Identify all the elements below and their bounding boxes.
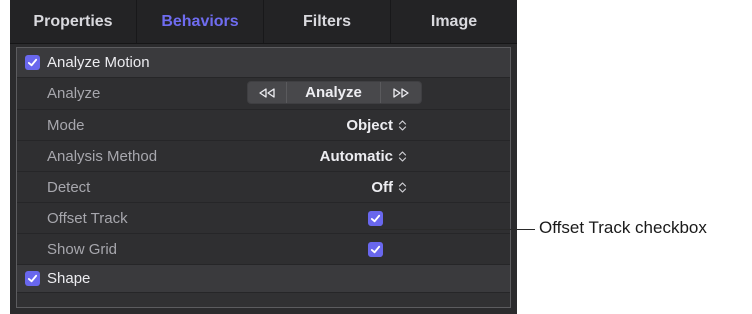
- checkmark-icon: [27, 58, 38, 67]
- analyze-motion-label: Analyze Motion: [47, 54, 150, 71]
- checkmark-icon: [370, 214, 381, 222]
- inspector-panel: Properties Behaviors Filters Image Analy…: [10, 0, 517, 314]
- analysis-method-popup[interactable]: Automatic: [320, 148, 407, 165]
- shape-row: Shape: [17, 265, 510, 293]
- mode-popup[interactable]: Object: [346, 117, 407, 134]
- analyze-backward-button[interactable]: [248, 82, 287, 103]
- inspector-tabs: Properties Behaviors Filters Image: [10, 0, 517, 44]
- analyze-control: Analyze: [247, 81, 422, 104]
- offset-track-label: Offset Track: [47, 209, 128, 227]
- analyze-motion-checkbox[interactable]: [25, 55, 40, 70]
- detect-row: Detect Off: [17, 172, 510, 203]
- updown-chevron-icon: [398, 181, 407, 194]
- checkmark-icon: [27, 274, 38, 283]
- shape-checkbox[interactable]: [25, 271, 40, 286]
- tab-filters[interactable]: Filters: [264, 0, 391, 43]
- analyze-button[interactable]: Analyze: [287, 82, 382, 103]
- tab-properties[interactable]: Properties: [10, 0, 137, 43]
- tab-image[interactable]: Image: [391, 0, 517, 43]
- checkmark-icon: [370, 245, 381, 253]
- show-grid-checkbox[interactable]: [368, 241, 383, 257]
- updown-chevron-icon: [398, 119, 407, 132]
- updown-chevron-icon: [398, 150, 407, 163]
- show-grid-row: Show Grid: [17, 234, 510, 265]
- mode-row: Mode Object: [17, 110, 510, 141]
- analysis-method-row: Analysis Method Automatic: [17, 141, 510, 172]
- rewind-icon: [259, 87, 275, 98]
- tab-behaviors[interactable]: Behaviors: [137, 0, 264, 43]
- detect-label: Detect: [47, 178, 91, 196]
- shape-label: Shape: [47, 270, 91, 287]
- callout-line: [380, 229, 535, 230]
- callout-label: Offset Track checkbox: [539, 218, 707, 237]
- analysis-method-value: Automatic: [319, 147, 393, 165]
- detect-value: Off: [371, 178, 393, 196]
- detect-popup[interactable]: Off: [371, 179, 407, 196]
- analyze-motion-row: Analyze Motion: [17, 48, 510, 78]
- analysis-method-label: Analysis Method: [47, 147, 158, 165]
- mode-value: Object: [346, 116, 393, 134]
- analyze-label: Analyze: [47, 85, 101, 102]
- behaviors-list: Analyze Motion Analyze Analyze Mode Obje…: [16, 47, 511, 308]
- analyze-forward-button[interactable]: [381, 82, 421, 103]
- fast-forward-icon: [393, 87, 409, 98]
- offset-track-checkbox[interactable]: [368, 210, 383, 226]
- analyze-row: Analyze Analyze: [17, 78, 510, 110]
- mode-label: Mode: [47, 116, 85, 134]
- show-grid-label: Show Grid: [47, 240, 118, 258]
